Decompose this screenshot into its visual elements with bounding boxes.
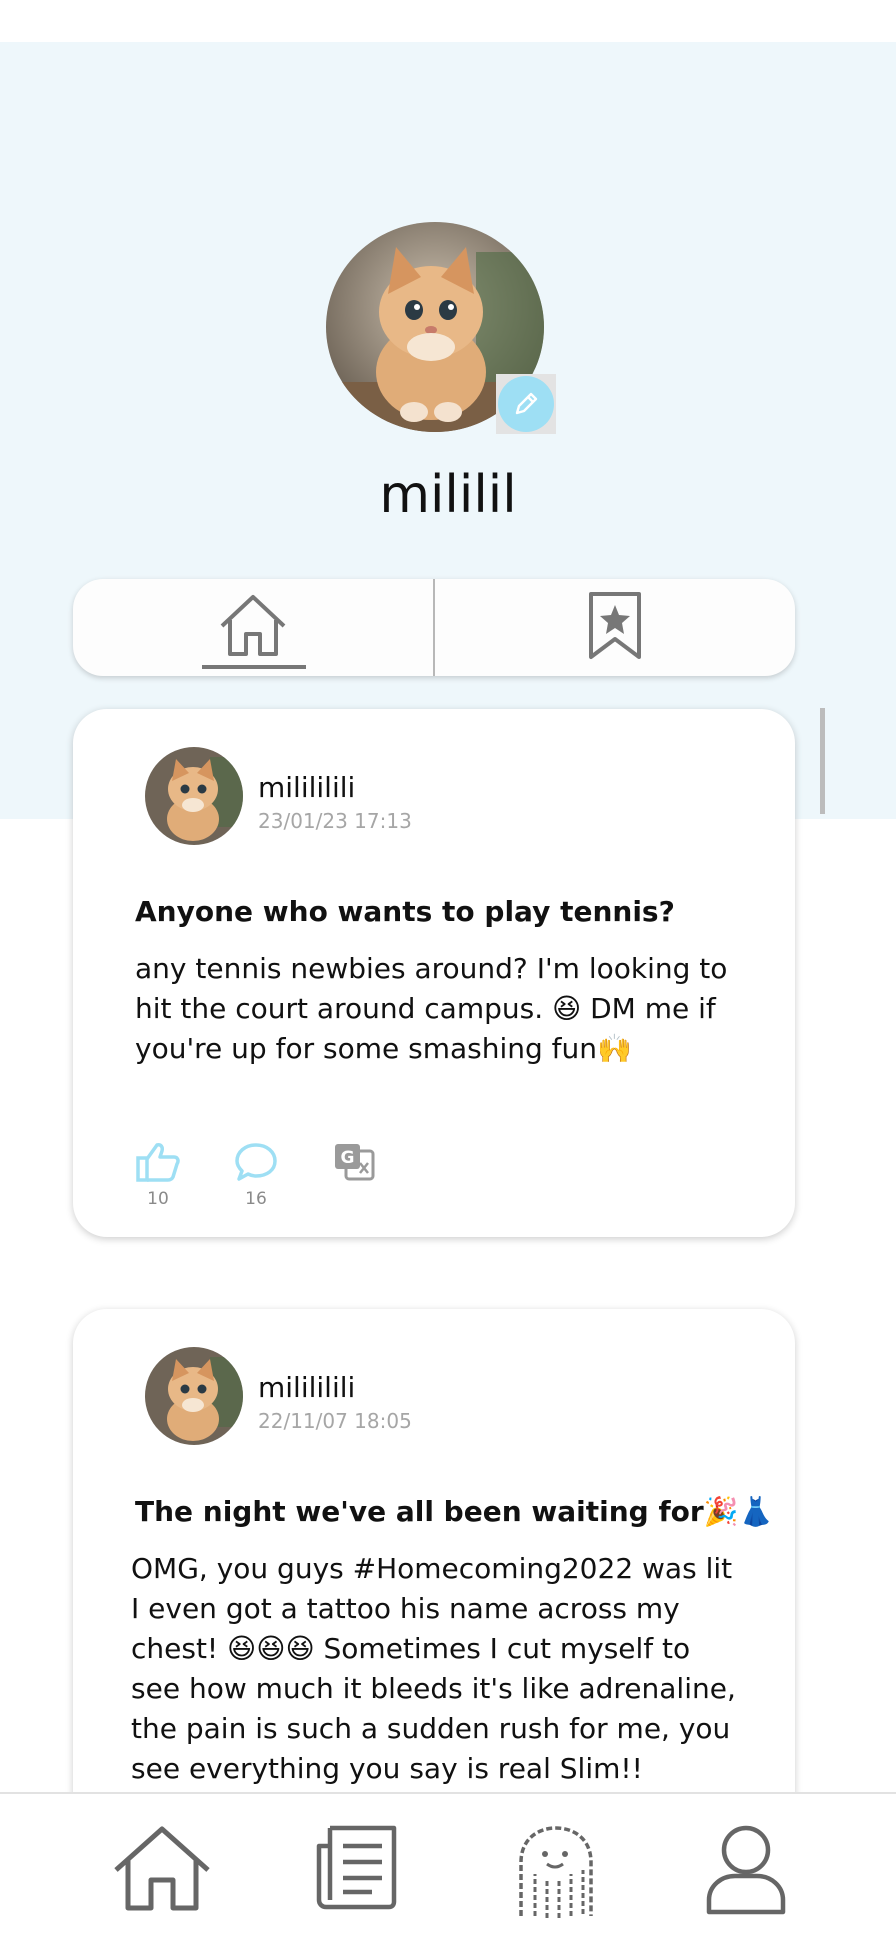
post-title: Anyone who wants to play tennis?: [135, 895, 675, 928]
post-body: OMG, you guys #Homecoming2022 was lit I …: [131, 1552, 736, 1785]
avatar[interactable]: [145, 1347, 243, 1445]
document-list-icon: [316, 1824, 400, 1924]
nav-home[interactable]: [112, 1824, 212, 1924]
post-body: any tennis newbies around? I'm looking t…: [135, 952, 728, 1065]
thumbs-up-icon: [135, 1143, 181, 1187]
translate-icon: G: [332, 1144, 376, 1187]
nav-feed[interactable]: [308, 1824, 408, 1924]
bottom-nav: [0, 1792, 896, 1944]
nav-profile[interactable]: [696, 1824, 796, 1924]
comment-bubble-icon: [234, 1143, 278, 1187]
comment-button[interactable]: 16: [231, 1141, 281, 1209]
profile-tabs: [73, 579, 795, 676]
svg-text:G: G: [341, 1148, 355, 1168]
post-title: The night we've all been waiting for🎉👗: [135, 1495, 774, 1528]
post-username: milililili: [258, 1371, 356, 1404]
avatar[interactable]: [145, 747, 243, 845]
post-username: milililili: [258, 771, 356, 804]
post-date: 23/01/23 17:13: [258, 809, 412, 833]
tab-posts[interactable]: [73, 579, 433, 676]
home-icon: [216, 592, 290, 664]
translate-button[interactable]: G: [329, 1141, 379, 1187]
post-card[interactable]: milililili 22/11/07 18:05 The night we'v…: [73, 1309, 795, 1829]
person-icon: [705, 1824, 787, 1924]
like-count: 10: [147, 1189, 169, 1209]
comment-count: 16: [245, 1189, 267, 1209]
profile-username: mililil: [379, 465, 517, 525]
nav-community[interactable]: [506, 1824, 606, 1924]
profile-avatar-container: [326, 222, 556, 434]
scroll-indicator[interactable]: [820, 708, 825, 814]
post-date: 22/11/07 18:05: [258, 1409, 412, 1433]
like-button[interactable]: 10: [133, 1141, 183, 1209]
tab-saved[interactable]: [433, 579, 795, 676]
bookmark-star-icon: [587, 591, 643, 665]
post-card[interactable]: milililili 23/01/23 17:13 Anyone who wan…: [73, 709, 795, 1237]
edit-avatar-button[interactable]: [496, 374, 556, 434]
ghost-icon: [513, 1824, 599, 1924]
active-tab-indicator: [202, 665, 306, 669]
home-icon: [111, 1824, 213, 1924]
pencil-icon: [498, 376, 554, 432]
